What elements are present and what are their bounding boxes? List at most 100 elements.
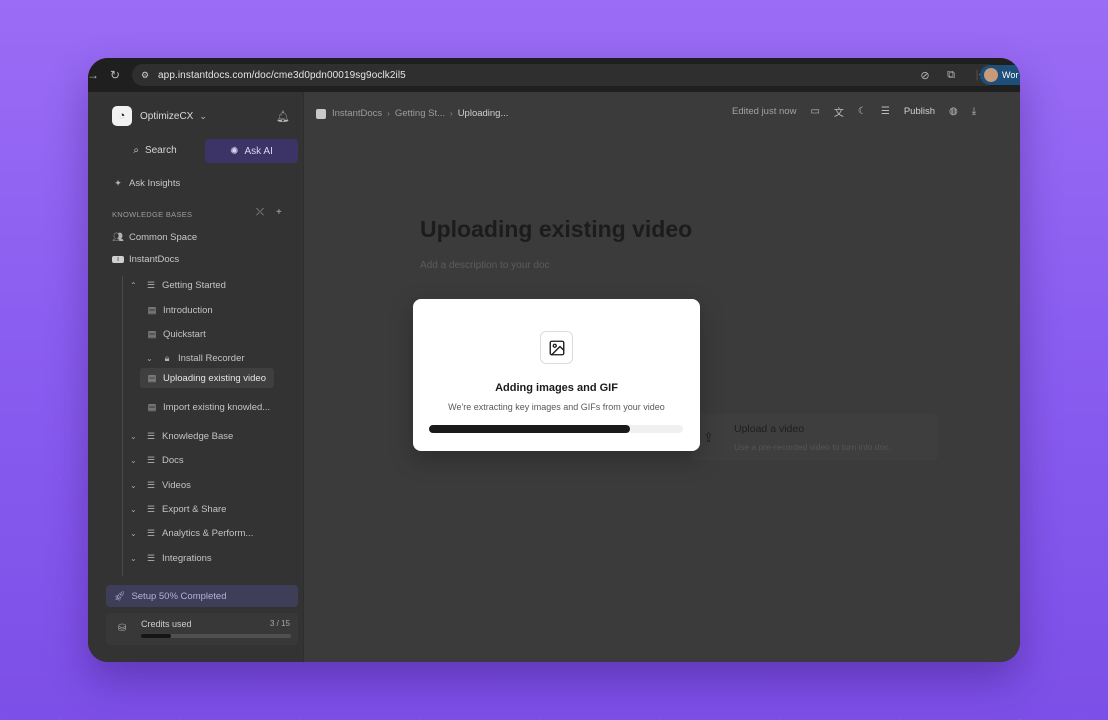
- tree-label: Analytics & Perform...: [162, 528, 254, 539]
- org-logo-icon: ◔: [112, 106, 132, 126]
- url-text[interactable]: app.instantdocs.com/doc/cme3d0pdn00019sg…: [158, 70, 406, 81]
- chevron-down-icon: ⌄: [146, 354, 153, 363]
- tree-integrations[interactable]: ⌄ ☰ Integrations: [130, 553, 212, 564]
- extension-compass-icon[interactable]: ⊘: [916, 69, 934, 82]
- search-icon: ⌕: [133, 144, 139, 156]
- doc-title[interactable]: Uploading existing video: [420, 216, 692, 243]
- workspace-label: InstantDocs: [129, 254, 180, 265]
- chevron-down-icon: ⌄: [199, 110, 207, 121]
- modal-description: We're extracting key images and GIFs fro…: [448, 402, 665, 412]
- credits-progress-fill: [141, 634, 171, 638]
- document-icon: ▤: [147, 402, 157, 412]
- browser-toolbar: → ↻ ⚙ app.instantdocs.com/doc/cme3d0pdn0…: [88, 58, 1020, 92]
- forward-icon[interactable]: →: [88, 68, 104, 82]
- globe-icon[interactable]: ◍: [949, 106, 958, 117]
- tree-label: Quickstart: [163, 329, 206, 340]
- credits-panel: ⛁ Credits used 3 / 15: [106, 613, 298, 645]
- tree-videos[interactable]: ⌄ ☰ Videos: [130, 480, 191, 491]
- publish-button[interactable]: Publish: [904, 106, 935, 117]
- crumb-mid[interactable]: Getting St...: [395, 108, 445, 119]
- doc-description[interactable]: Add a description to your doc: [420, 260, 550, 271]
- crumb-current: Uploading...: [457, 108, 509, 119]
- org-switcher[interactable]: ◔ OptimizeCX ⌄: [112, 106, 207, 126]
- comment-icon[interactable]: ▭: [810, 106, 819, 117]
- tree-label: Introduction: [163, 305, 213, 316]
- org-name: OptimizeCX: [140, 110, 194, 122]
- chevron-down-icon: ⌄: [130, 432, 137, 441]
- processing-modal: Adding images and GIF We're extracting k…: [413, 299, 700, 451]
- chevron-down-icon: ⌄: [130, 505, 137, 514]
- upload-description: Use a pre-recorded video to turn into do…: [734, 442, 891, 452]
- address-bar[interactable]: ⚙ app.instantdocs.com/doc/cme3d0pdn00019…: [132, 64, 998, 86]
- folder-icon: ☰: [146, 455, 156, 465]
- upload-video-card[interactable]: ⇪ Upload a video Use a pre-recorded vide…: [691, 414, 939, 460]
- breadcrumb: InstantDocs › Getting St... › Uploading.…: [316, 108, 508, 119]
- modal-title: Adding images and GIF: [495, 382, 618, 394]
- upload-icon: ⇪: [703, 430, 714, 445]
- tree-label: Docs: [162, 455, 184, 466]
- reload-icon[interactable]: ↻: [104, 68, 126, 82]
- common-space-label: Common Space: [129, 232, 198, 243]
- tree-docs[interactable]: ⌄ ☰ Docs: [130, 455, 184, 466]
- credits-progress-track: [141, 634, 291, 638]
- doc-toolbar: Edited just now ▭ 文 ☾ ☰ Publish ◍ ⤓: [732, 104, 976, 119]
- ask-ai-button[interactable]: ✺ Ask AI: [205, 139, 298, 163]
- profile-label: Wor: [1002, 70, 1019, 80]
- download-icon[interactable]: ⤓: [972, 106, 976, 117]
- tree-quickstart[interactable]: ▤ Quickstart: [146, 329, 206, 340]
- kb-section-header: KNOWLEDGE BASES: [112, 210, 193, 219]
- workspace-item[interactable]: i InstantDocs: [112, 254, 179, 265]
- tree-guide-line: [122, 276, 123, 576]
- bell-icon[interactable]: 🔔︎: [276, 110, 290, 123]
- upload-title: Upload a video: [734, 423, 805, 435]
- collapse-icon[interactable]: ⤫: [256, 207, 264, 218]
- tree-export-share[interactable]: ⌄ ☰ Export & Share: [130, 504, 226, 515]
- profile-chip[interactable]: Wor: [980, 65, 1020, 85]
- tree-install-recorder[interactable]: ⌄ 🔒︎ Install Recorder: [146, 353, 245, 364]
- tree-knowledge-base[interactable]: ⌄ ☰ Knowledge Base: [130, 431, 233, 442]
- tree-getting-started[interactable]: ⌃ ☰ Getting Started: [130, 280, 226, 291]
- folder-icon: ☰: [146, 480, 156, 490]
- browser-actions: ⊘ ⧉ |: [916, 58, 986, 92]
- tree-introduction[interactable]: ▤ Introduction: [146, 305, 213, 316]
- site-info-icon[interactable]: ⚙: [138, 68, 152, 82]
- folder-icon: ☰: [146, 431, 156, 441]
- tree-label: Export & Share: [162, 504, 227, 515]
- tree-label: Import existing knowled...: [163, 402, 271, 413]
- chevron-down-icon: ⌄: [130, 481, 137, 490]
- chevron-right-icon: ›: [387, 109, 390, 118]
- lock-icon: 🔒︎: [164, 353, 170, 363]
- moon-icon[interactable]: ☾: [858, 106, 867, 117]
- progress-fill: [429, 425, 630, 433]
- sparkles-icon: ✦: [114, 178, 122, 188]
- chevron-down-icon: ⌄: [130, 554, 137, 563]
- extensions-puzzle-icon[interactable]: ⧉: [942, 69, 960, 82]
- chevron-up-icon: ⌃: [130, 281, 137, 290]
- kb-actions: ⤫ +: [256, 207, 282, 218]
- workspace-logo-icon: [316, 108, 326, 119]
- setup-progress-banner[interactable]: 🚀︎ Setup 50% Completed: [106, 585, 298, 607]
- document-icon: ▤: [147, 329, 157, 339]
- crumb-root[interactable]: InstantDocs: [332, 108, 382, 119]
- tree-label: Getting Started: [162, 280, 226, 291]
- tree-label: Install Recorder: [178, 353, 245, 364]
- progress-track: [429, 425, 683, 433]
- common-space-item[interactable]: 👥︎ Common Space: [112, 232, 197, 243]
- search-button[interactable]: ⌕ Search: [112, 138, 198, 162]
- chevron-down-icon: ⌄: [130, 456, 137, 465]
- workspace-logo-icon: i: [112, 256, 124, 263]
- add-icon[interactable]: +: [276, 207, 282, 218]
- tree-label: Videos: [162, 480, 191, 491]
- list-icon[interactable]: ☰: [881, 106, 890, 117]
- credits-count: 3 / 15: [269, 619, 290, 628]
- tree-uploading-video[interactable]: ▤ Uploading existing video: [140, 368, 274, 388]
- folder-icon: ☰: [146, 553, 156, 563]
- translate-icon[interactable]: 文: [834, 104, 844, 119]
- ask-insights-item[interactable]: ✦ Ask Insights: [112, 178, 180, 189]
- document-icon: ▤: [147, 372, 157, 383]
- tree-label: Integrations: [162, 553, 212, 564]
- tree-import-knowledge[interactable]: ▤ Import existing knowled...: [146, 402, 270, 413]
- tree-analytics[interactable]: ⌄ ☰ Analytics & Perform...: [130, 528, 253, 539]
- credits-label: Credits used: [141, 619, 192, 629]
- avatar: [984, 68, 998, 82]
